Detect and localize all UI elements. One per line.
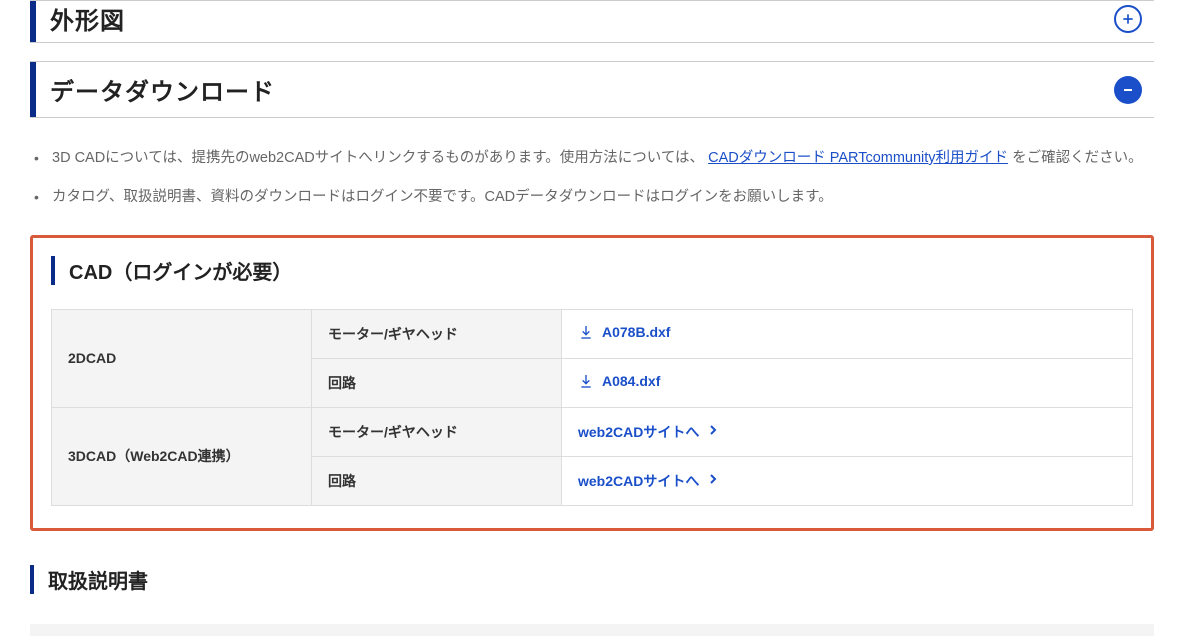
row-3dcad-label: 3DCAD（Web2CAD連携） (52, 407, 312, 505)
plus-icon (1114, 5, 1142, 33)
download-icon (578, 373, 594, 389)
download-link-a078b[interactable]: A078B.dxf (578, 324, 670, 340)
partcommunity-guide-link[interactable]: CADダウンロード PARTcommunity利用ガイド (708, 150, 1008, 166)
note-item-2: カタログ、取扱説明書、資料のダウンロードはログイン不要です。CADデータダウンロ… (50, 185, 1154, 210)
gray-bar (30, 624, 1154, 636)
accordion-outline-title: 外形図 (36, 1, 125, 36)
download-icon (578, 324, 594, 340)
note-1-suffix: をご確認ください。 (1012, 150, 1143, 166)
notes-block: 3D CADについては、提携先のweb2CADサイトへリンクするものがあります。… (30, 146, 1154, 211)
note-item-1: 3D CADについては、提携先のweb2CADサイトへリンクするものがあります。… (50, 146, 1154, 171)
download-filename: A084.dxf (602, 373, 660, 389)
minus-icon (1114, 76, 1142, 104)
subrow-motor-1: モーター/ギヤヘッド (312, 309, 562, 358)
subrow-circuit-1: 回路 (312, 358, 562, 407)
manual-heading: 取扱説明書 (30, 565, 1154, 594)
accordion-download-title: データダウンロード (36, 72, 275, 107)
note-1-prefix: 3D CADについては、提携先のweb2CADサイトへリンクするものがあります。… (52, 150, 704, 166)
accordion-outline[interactable]: 外形図 (30, 0, 1154, 43)
download-filename: A078B.dxf (602, 324, 670, 340)
web2cad-link-circuit[interactable]: web2CADサイトへ (578, 471, 717, 491)
accordion-download[interactable]: データダウンロード (30, 61, 1154, 118)
subrow-motor-2: モーター/ギヤヘッド (312, 407, 562, 456)
cad-highlight-box: CAD（ログインが必要） 2DCAD モーター/ギヤヘッド A078B.dxf … (30, 235, 1154, 531)
external-link-label: web2CADサイトへ (578, 471, 699, 491)
cad-heading: CAD（ログインが必要） (51, 256, 1133, 285)
table-row: 3DCAD（Web2CAD連携） モーター/ギヤヘッド web2CADサイトへ (52, 407, 1133, 456)
subrow-circuit-2: 回路 (312, 456, 562, 505)
web2cad-link-motor[interactable]: web2CADサイトへ (578, 422, 717, 442)
external-link-label: web2CADサイトへ (578, 422, 699, 442)
table-row: 2DCAD モーター/ギヤヘッド A078B.dxf (52, 309, 1133, 358)
chevron-right-icon (709, 473, 717, 488)
row-2dcad-label: 2DCAD (52, 309, 312, 407)
chevron-right-icon (709, 424, 717, 439)
cad-table: 2DCAD モーター/ギヤヘッド A078B.dxf 回路 (51, 309, 1133, 506)
download-link-a084[interactable]: A084.dxf (578, 373, 660, 389)
